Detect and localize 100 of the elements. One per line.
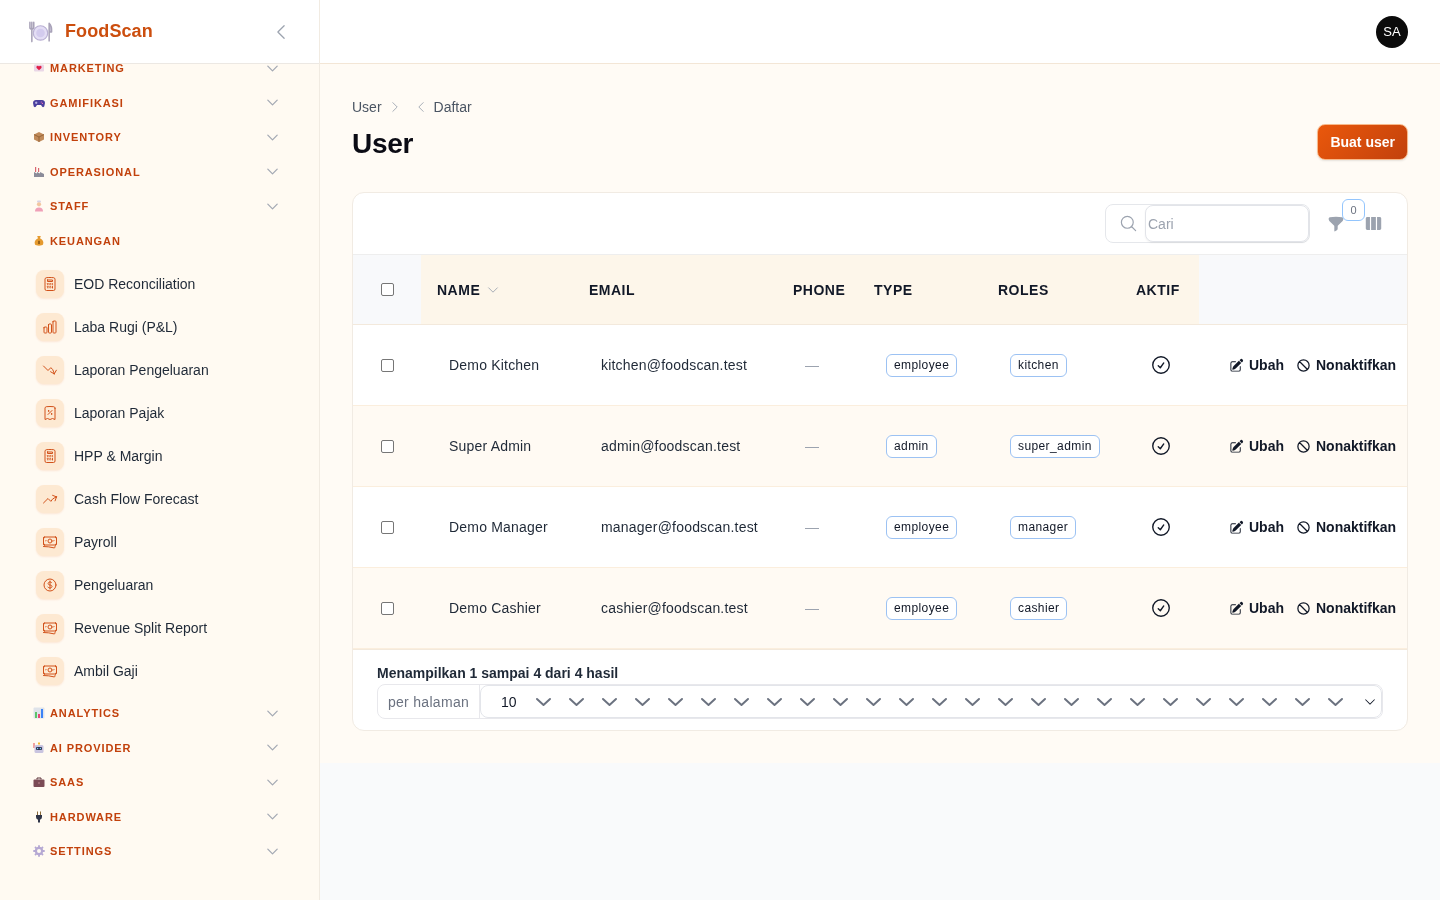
column-header[interactable]: NAME	[437, 281, 501, 298]
row-checkbox[interactable]	[380, 520, 394, 534]
bar-chart-icon	[33, 707, 45, 720]
sidebar-item[interactable]: Pengeluaran	[0, 563, 319, 606]
brand-name: FoodScan	[65, 21, 153, 42]
sidebar-group[interactable]: OPERASIONAL	[0, 154, 319, 189]
role-badge: super_admin	[1010, 434, 1100, 458]
row-checkbox[interactable]	[380, 439, 394, 453]
column-header: PHONE	[793, 281, 846, 298]
breadcrumb-link[interactable]: User	[352, 99, 382, 115]
user-email: cashier@foodscan.test	[601, 600, 748, 616]
briefcase-icon	[33, 776, 45, 789]
create-user-button[interactable]: Buat user	[1317, 124, 1408, 160]
sidebar-group[interactable]: SETTINGS	[0, 834, 319, 869]
deactivate-button[interactable]: Nonaktifkan	[1296, 357, 1397, 373]
user-phone: —	[805, 357, 820, 373]
banknote-icon	[36, 613, 64, 642]
plug-icon	[33, 810, 45, 823]
column-header: EMAIL	[589, 281, 636, 298]
ban-icon	[1296, 600, 1311, 616]
filter-icon[interactable]	[1327, 214, 1345, 233]
per-page-select[interactable]: 10	[480, 685, 1382, 718]
columns-icon[interactable]	[1364, 214, 1383, 233]
banknote-icon	[36, 656, 64, 685]
user-email: manager@foodscan.test	[601, 519, 758, 535]
bar-chart-icon	[36, 312, 64, 341]
filter-count-badge: 0	[1342, 198, 1365, 221]
column-header: AKTIF	[1136, 281, 1180, 298]
sidebar-group[interactable]: KEUANGAN	[0, 223, 319, 258]
sidebar-item[interactable]: Laporan Pajak	[0, 391, 319, 434]
results-summary: Menampilkan 1 sampai 4 dari 4 hasil	[377, 664, 620, 682]
edit-button[interactable]: Ubah	[1229, 519, 1284, 535]
user-phone: —	[805, 438, 820, 454]
user-email: kitchen@foodscan.test	[601, 357, 748, 373]
robot-icon	[33, 741, 45, 754]
sidebar-group[interactable]: MARKETING	[0, 64, 319, 86]
sidebar-item[interactable]: Revenue Split Report	[0, 606, 319, 649]
sidebar-group[interactable]: ANALYTICS	[0, 696, 319, 731]
type-badge: admin	[886, 434, 937, 458]
factory-icon	[33, 165, 45, 178]
banknote-icon	[36, 527, 64, 556]
user-phone: —	[805, 600, 820, 616]
ban-icon	[1296, 519, 1311, 535]
role-badge: kitchen	[1010, 353, 1067, 377]
role-badge: manager	[1010, 515, 1077, 539]
user-avatar[interactable]: SA	[1376, 15, 1408, 48]
role-badge: cashier	[1010, 596, 1068, 620]
sidebar-item[interactable]: EOD Reconciliation	[0, 262, 319, 305]
edit-icon	[1229, 438, 1244, 454]
edit-button[interactable]: Ubah	[1229, 438, 1284, 454]
type-badge: employee	[886, 596, 958, 620]
gear-icon	[33, 845, 45, 858]
edit-button[interactable]: Ubah	[1229, 357, 1284, 373]
sidebar-group[interactable]: STAFF	[0, 189, 319, 224]
column-header: TYPE	[874, 281, 913, 298]
deactivate-button[interactable]: Nonaktifkan	[1296, 600, 1397, 616]
user-phone: —	[805, 519, 820, 535]
money-bag-icon	[33, 234, 45, 247]
user-name: Demo Manager	[449, 519, 548, 535]
user-email: admin@foodscan.test	[601, 438, 741, 454]
edit-button[interactable]: Ubah	[1229, 600, 1284, 616]
calculator-icon	[36, 269, 64, 298]
deactivate-button[interactable]: Nonaktifkan	[1296, 438, 1397, 454]
sidebar-item[interactable]: Ambil Gaji	[0, 649, 319, 692]
ban-icon	[1296, 357, 1311, 373]
user-name: Demo Kitchen	[449, 357, 540, 373]
user-name: Super Admin	[449, 438, 532, 454]
sidebar-item[interactable]: HPP & Margin	[0, 434, 319, 477]
search-input[interactable]: Cari	[1145, 205, 1309, 242]
trending-up-icon	[36, 484, 64, 513]
user-name: Demo Cashier	[449, 600, 541, 616]
deactivate-button[interactable]: Nonaktifkan	[1296, 519, 1397, 535]
row-checkbox[interactable]	[380, 358, 394, 372]
column-header: ROLES	[998, 281, 1049, 298]
sidebar-group[interactable]: AI PROVIDER	[0, 730, 319, 765]
breadcrumb-current: Daftar	[433, 99, 472, 115]
row-checkbox[interactable]	[380, 601, 394, 615]
sidebar-group[interactable]: GAMIFIKASI	[0, 85, 319, 120]
package-icon	[33, 131, 45, 144]
sidebar-item[interactable]: Payroll	[0, 520, 319, 563]
page-title: User	[352, 127, 414, 161]
receipt-percent-icon	[36, 398, 64, 427]
sidebar-group[interactable]: SAAS	[0, 765, 319, 800]
sidebar-group[interactable]: INVENTORY	[0, 120, 319, 155]
search-icon	[1119, 214, 1138, 233]
select-all-checkbox[interactable]	[380, 283, 394, 296]
sidebar-group[interactable]: HARDWARE	[0, 799, 319, 834]
ban-icon	[1296, 438, 1311, 454]
type-badge: employee	[886, 353, 958, 377]
edit-icon	[1229, 519, 1244, 535]
calculator-icon	[36, 441, 64, 470]
sidebar-item[interactable]: Cash Flow Forecast	[0, 477, 319, 520]
edit-icon	[1229, 600, 1244, 616]
sidebar-item[interactable]: Laporan Pengeluaran	[0, 348, 319, 391]
person-icon	[33, 200, 45, 213]
trending-down-icon	[36, 355, 64, 384]
edit-icon	[1229, 357, 1244, 373]
plate-cutlery-icon	[28, 19, 53, 44]
sidebar-item[interactable]: Laba Rugi (P&L)	[0, 305, 319, 348]
type-badge: employee	[886, 515, 958, 539]
